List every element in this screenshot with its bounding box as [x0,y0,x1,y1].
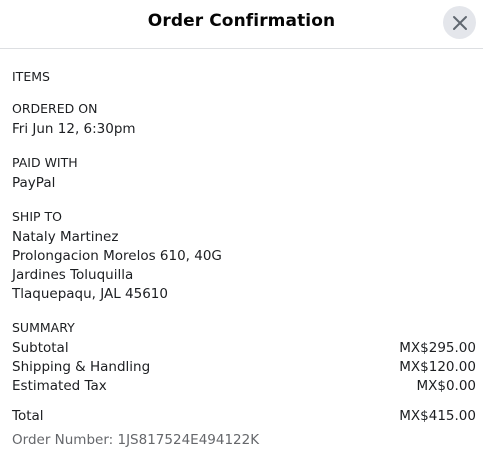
summary-row-label: Subtotal [12,340,69,356]
items-label: ITEMS [12,69,50,84]
close-button[interactable] [443,6,476,39]
summary-label: SUMMARY [12,320,75,335]
summary-row-label: Estimated Tax [12,378,107,394]
summary-row-tax: Estimated Tax MX$0.00 [12,377,476,396]
ship-to-label: SHIP TO [12,209,63,224]
summary-row-value: MX$295.00 [399,340,476,356]
ordered-on-label: ORDERED ON [12,101,98,116]
total-value: MX$415.00 [399,408,476,424]
ship-to-city: Tlaquepaqu, JAL 45610 [12,286,168,302]
summary-row-shipping: Shipping & Handling MX$120.00 [12,358,476,377]
close-icon [452,15,467,30]
ship-to-name: Nataly Martinez [12,229,119,245]
summary-total-row: Total MX$415.00 [12,407,476,426]
summary-row-subtotal: Subtotal MX$295.00 [12,339,476,358]
paid-with-label: PAID WITH [12,155,78,170]
ordered-on-value: Fri Jun 12, 6:30pm [12,121,136,137]
ship-to-street: Prolongacion Morelos 610, 40G [12,248,222,264]
summary-row-label: Shipping & Handling [12,359,151,375]
total-label: Total [12,408,44,424]
paid-with-value: PayPal [12,175,56,191]
ship-to-neighborhood: Jardines Toluquilla [12,267,134,283]
dialog-title: Order Confirmation [147,11,336,31]
order-number: Order Number: 1JS817524E494122K [12,432,260,448]
summary-row-value: MX$120.00 [399,359,476,375]
dialog-header: Order Confirmation [0,0,483,49]
summary-row-value: MX$0.00 [416,378,476,394]
order-confirmation-dialog: Order Confirmation ITEMS ORDERED ON Fri … [0,0,483,461]
